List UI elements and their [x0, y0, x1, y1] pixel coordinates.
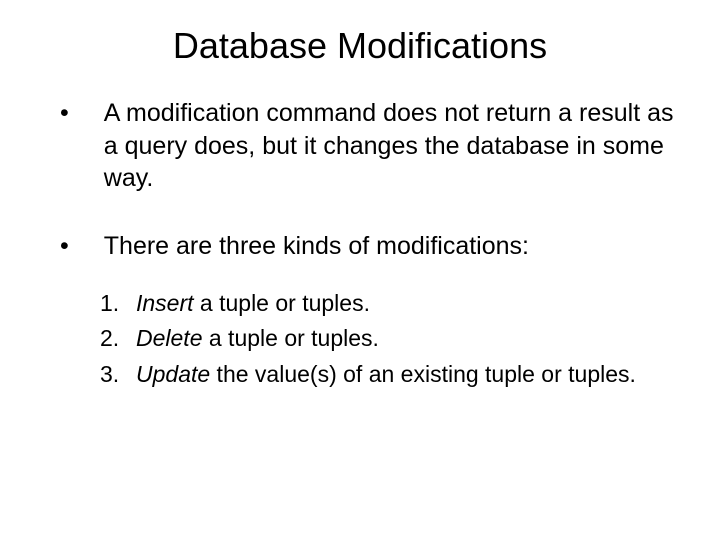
- bullet-list: • A modification command does not return…: [40, 97, 680, 262]
- numbered-marker: 1.: [100, 287, 124, 320]
- emphasis-term: Insert: [136, 290, 194, 316]
- rest-text: a tuple or tuples.: [194, 290, 370, 316]
- bullet-item: • There are three kinds of modifications…: [50, 230, 680, 263]
- bullet-item: • A modification command does not return…: [50, 97, 680, 195]
- emphasis-term: Update: [136, 361, 210, 387]
- emphasis-term: Delete: [136, 325, 202, 351]
- bullet-marker: •: [60, 97, 69, 130]
- numbered-marker: 3.: [100, 358, 124, 391]
- rest-text: the value(s) of an existing tuple or tup…: [210, 361, 636, 387]
- numbered-item: 3. Update the value(s) of an existing tu…: [100, 358, 680, 391]
- numbered-list: 1. Insert a tuple or tuples. 2. Delete a…: [40, 287, 680, 391]
- numbered-item: 1. Insert a tuple or tuples.: [100, 287, 680, 320]
- bullet-marker: •: [60, 230, 69, 263]
- numbered-text: Update the value(s) of an existing tuple…: [136, 358, 680, 391]
- rest-text: a tuple or tuples.: [202, 325, 378, 351]
- numbered-item: 2. Delete a tuple or tuples.: [100, 322, 680, 355]
- numbered-marker: 2.: [100, 322, 124, 355]
- slide-title: Database Modifications: [40, 25, 680, 67]
- bullet-text: There are three kinds of modifications:: [104, 230, 680, 263]
- numbered-text: Delete a tuple or tuples.: [136, 322, 680, 355]
- numbered-text: Insert a tuple or tuples.: [136, 287, 680, 320]
- bullet-text: A modification command does not return a…: [104, 97, 680, 195]
